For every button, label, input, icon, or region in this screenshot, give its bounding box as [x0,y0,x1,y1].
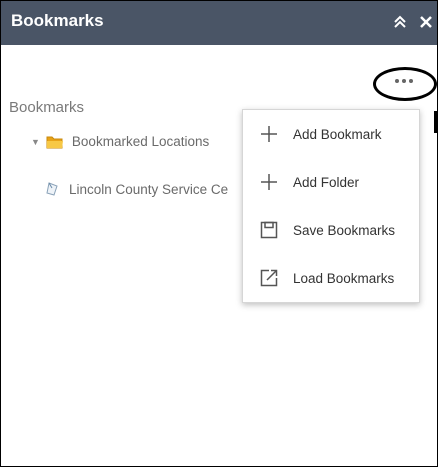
bookmarks-panel: Bookmarks Bookmarks ▼ Bookmarked Locatio… [0,0,438,467]
folder-icon [46,134,64,149]
load-icon [257,269,281,287]
bookmark-label: Lincoln County Service Ce [69,181,229,197]
section-label: Bookmarks [9,99,85,116]
menu-item-save-bookmarks[interactable]: Save Bookmarks [243,208,419,252]
tree-item-bookmark[interactable]: Lincoln County Service Ce [45,181,228,197]
options-menu: Add Bookmark Add Folder Save Bookmarks L… [242,109,420,303]
menu-item-label: Add Bookmark [293,126,382,142]
folder-label: Bookmarked Locations [71,134,210,149]
menu-item-load-bookmarks[interactable]: Load Bookmarks [243,256,419,300]
annotation-pointer [434,111,437,133]
expand-caret-icon[interactable]: ▼ [31,137,40,147]
panel-title: Bookmarks [11,11,104,30]
menu-item-add-folder[interactable]: Add Folder [243,160,419,204]
plus-icon [257,173,281,191]
more-options-highlight [373,67,437,101]
more-options-icon [395,79,399,83]
tree-folder-bookmarked-locations[interactable]: ▼ Bookmarked Locations [31,134,209,149]
panel-header: Bookmarks [1,1,437,45]
save-icon [257,221,281,239]
menu-item-label: Load Bookmarks [293,270,395,286]
more-options-button[interactable] [389,71,419,91]
close-icon[interactable] [415,11,437,33]
menu-item-label: Save Bookmarks [293,222,396,238]
plus-icon [257,125,281,143]
menu-item-label: Add Folder [293,174,360,190]
bookmark-icon [45,181,61,197]
menu-item-add-bookmark[interactable]: Add Bookmark [243,112,419,156]
collapse-icon[interactable] [389,11,411,33]
